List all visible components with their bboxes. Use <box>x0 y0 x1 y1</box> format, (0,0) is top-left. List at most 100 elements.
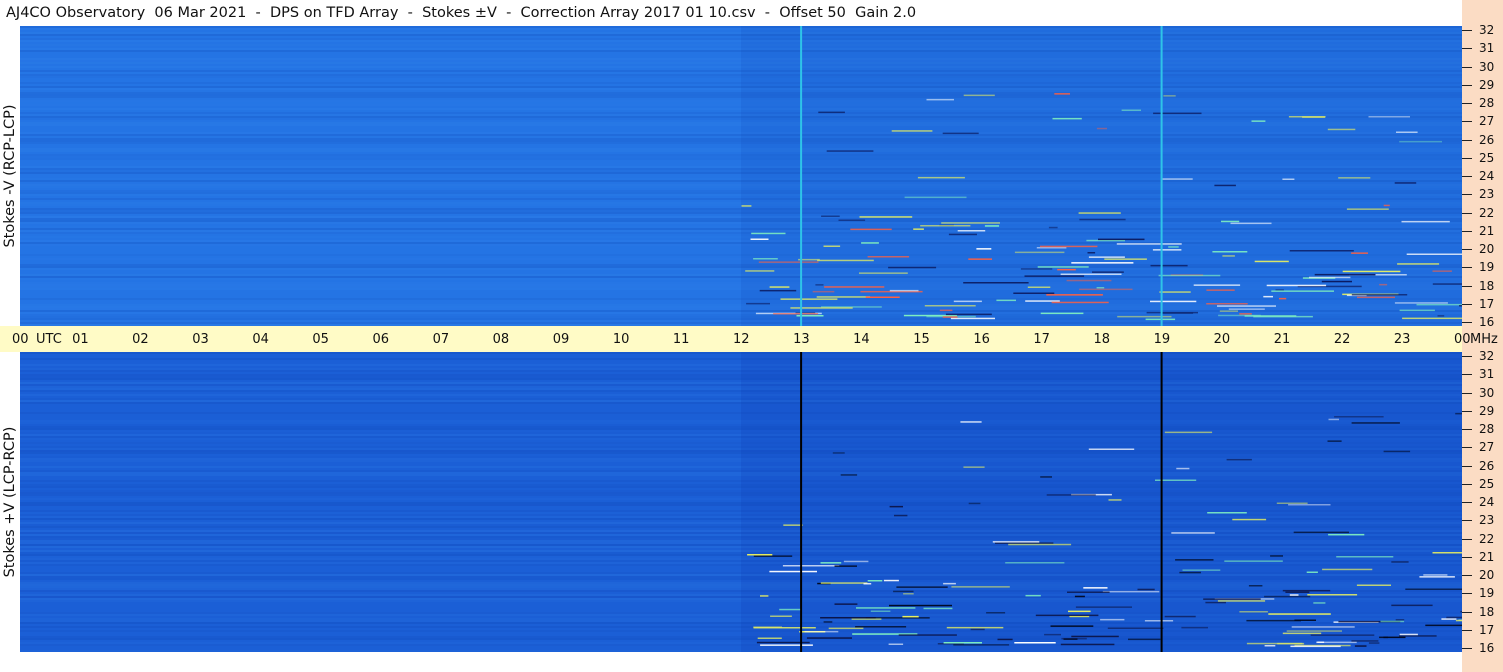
spectrogram-streak <box>889 505 903 508</box>
spectrogram-streak <box>946 626 1004 629</box>
top-freq-tick <box>1462 230 1472 232</box>
spectrogram-streak <box>1044 633 1061 636</box>
spectrogram-streak <box>1078 212 1121 214</box>
spectrogram-streak <box>1246 642 1303 645</box>
spectrogram-streak <box>963 466 985 468</box>
spectrogram-bottom <box>20 352 1462 652</box>
spectrogram-streak <box>1027 286 1051 288</box>
top-freq-label: 19 <box>1479 260 1495 275</box>
spectrogram-streak <box>867 256 910 258</box>
bottom-freq-label: 24 <box>1479 495 1495 509</box>
spectrogram-streak <box>817 259 874 262</box>
bottom-freq-label: 19 <box>1479 586 1495 601</box>
top-freq-tick <box>1462 285 1472 287</box>
spectrogram-streak <box>790 307 853 309</box>
spectrogram-streak <box>855 626 907 628</box>
spectrogram-bottom-svg <box>20 352 1462 652</box>
time-tick-label: 00 <box>12 332 29 347</box>
spectrogram-streak <box>1096 287 1105 289</box>
spectrogram-streak <box>888 643 904 645</box>
spectrogram-streak <box>889 289 919 292</box>
top-freq-tick <box>1462 66 1472 68</box>
time-tick-label: 14 <box>853 332 870 347</box>
time-tick-label: 03 <box>192 332 209 347</box>
spectrogram-streak <box>745 270 775 272</box>
bottom-freq-tick <box>1462 483 1472 485</box>
time-tick-label: 20 <box>1213 332 1231 347</box>
top-freq-label: 23 <box>1479 187 1495 202</box>
spectrogram-streak <box>1383 204 1390 207</box>
spectrogram-streak <box>1395 619 1405 621</box>
bottom-freq-tick <box>1462 593 1472 595</box>
top-panel-label: Stokes -V (RCP-LCP) <box>2 104 18 248</box>
spectrogram-streak <box>820 617 876 619</box>
bottom-freq-label: 25 <box>1479 476 1495 491</box>
spectrogram-streak <box>1432 283 1462 285</box>
spectrogram-streak <box>984 225 1000 227</box>
spectrogram-streak <box>1290 645 1341 648</box>
spectrogram-streak <box>1394 182 1417 184</box>
spectrogram-streak <box>1206 303 1248 305</box>
spectrogram-streak <box>851 618 882 620</box>
spectrogram-top <box>20 26 1462 326</box>
spectrogram-streak <box>1282 589 1331 592</box>
spectrogram-streak <box>1268 613 1331 615</box>
bottom-margin <box>0 652 1462 672</box>
top-freq-label: 30 <box>1479 59 1495 74</box>
spectrogram-streak <box>1046 494 1096 496</box>
spectrogram-streak <box>950 317 995 320</box>
top-freq-label: 26 <box>1479 132 1495 147</box>
spectrogram-streak <box>943 582 956 585</box>
spectrogram-streak <box>1046 294 1103 296</box>
bottom-freq-label: 23 <box>1479 513 1495 528</box>
time-tick-label: 02 <box>132 332 149 347</box>
spectrogram-streak <box>995 542 1054 544</box>
bottom-freq-label: 21 <box>1479 549 1495 564</box>
top-freq-label: 24 <box>1479 169 1495 183</box>
spectrogram-streak <box>1328 418 1339 421</box>
spectrogram-streak <box>861 242 879 244</box>
spectrogram-streak <box>838 219 866 221</box>
time-tick-label: 13 <box>793 332 810 347</box>
spectrogram-streak <box>1217 305 1276 307</box>
spectrogram-streak <box>1074 595 1085 598</box>
spectrogram-streak <box>1092 271 1124 273</box>
bottom-freq-tick <box>1462 648 1472 649</box>
time-tick-label: 22 <box>1333 332 1351 347</box>
spectrogram-streak <box>917 176 965 179</box>
spectrogram-streak <box>1060 273 1122 275</box>
bottom-freq-label: 28 <box>1479 422 1495 436</box>
bottom-freq-tick <box>1462 611 1472 613</box>
spectrogram-streak <box>1025 300 1060 302</box>
spectrogram-streak <box>1432 552 1462 554</box>
spectrogram-streak <box>1351 422 1400 424</box>
spectrogram-streak <box>939 309 953 312</box>
frequency-axis-bottom: 32 31 30 29 28 27 26 25 24 23 22 21 20 19 18 17 16 <box>1462 349 1503 655</box>
spectrogram-streak <box>1048 226 1058 229</box>
mhz-label: MHz <box>1470 332 1498 347</box>
spectrogram-streak <box>753 555 793 557</box>
spectrogram-streak <box>1251 120 1266 122</box>
spectrogram-streak <box>891 130 933 132</box>
spectrogram-streak <box>1224 560 1283 562</box>
time-tick-label: 21 <box>1273 332 1291 347</box>
top-freq-tick <box>1462 176 1472 177</box>
time-tick-label: 00 <box>1454 332 1471 347</box>
spectrogram-streak <box>747 554 773 556</box>
bottom-freq-tick <box>1462 502 1472 503</box>
spectrogram-streak <box>773 313 819 315</box>
bottom-freq-label: 32 <box>1479 349 1495 363</box>
bottom-freq-label: 31 <box>1479 367 1495 382</box>
spectrogram-streak <box>1455 412 1462 415</box>
spectrogram-streak <box>859 216 913 218</box>
spectrogram-streak <box>1214 184 1236 187</box>
spectrogram-streak <box>1322 568 1373 571</box>
spectrogram-streak <box>751 232 786 235</box>
spectrogram-streak <box>1264 595 1311 598</box>
spectrogram-streak <box>1071 635 1119 638</box>
bottom-freq-tick <box>1462 556 1472 558</box>
spectrogram-streak <box>1193 284 1241 286</box>
time-tick-label: 06 <box>372 332 390 347</box>
spectrogram-streak <box>1289 250 1354 252</box>
spectrogram-streak <box>1054 93 1070 95</box>
